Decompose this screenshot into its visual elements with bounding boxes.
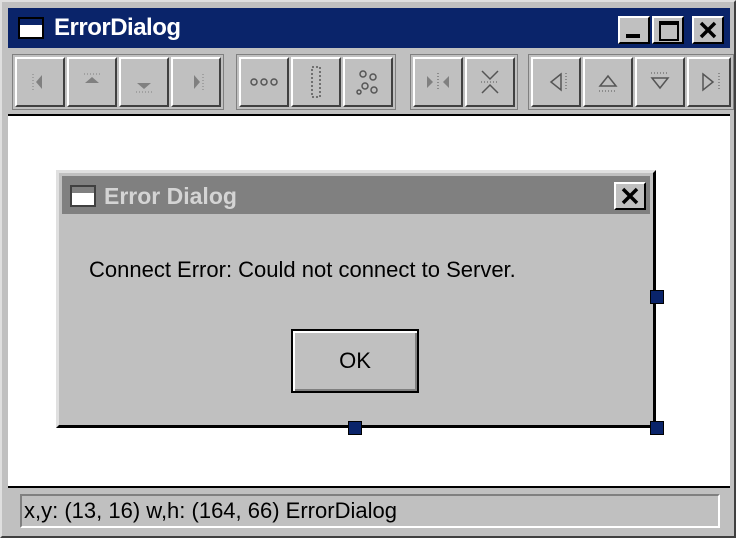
resize-handle-corner[interactable]: [650, 421, 664, 435]
design-canvas[interactable]: Error Dialog Connect Error: Could not co…: [8, 114, 730, 486]
space-horizontal-icon: [250, 78, 278, 86]
close-button[interactable]: [692, 16, 724, 44]
toolbar-group-move: [528, 54, 734, 110]
window-title: ErrorDialog: [54, 14, 181, 41]
space-vertical-button[interactable]: [291, 57, 341, 107]
dialog-title: Error Dialog: [104, 183, 237, 209]
toolbar-group-align: [12, 54, 224, 110]
move-down-button[interactable]: [635, 57, 685, 107]
move-left-button[interactable]: [531, 57, 581, 107]
align-left-button[interactable]: [15, 57, 65, 107]
center-icon: [356, 70, 378, 95]
move-down-icon: [650, 72, 670, 90]
close-icon: [621, 187, 639, 205]
move-left-icon: [549, 72, 567, 92]
minimize-button[interactable]: [618, 16, 650, 44]
error-dialog[interactable]: Error Dialog Connect Error: Could not co…: [56, 170, 656, 428]
dialog-message: Connect Error: Could not connect to Serv…: [89, 257, 516, 282]
align-right-button[interactable]: [171, 57, 221, 107]
align-bottom-icon: [136, 83, 152, 93]
move-right-icon: [702, 72, 720, 92]
space-horizontal-button[interactable]: [239, 57, 289, 107]
center-horizontal-button[interactable]: [413, 57, 463, 107]
resize-handle-right[interactable]: [650, 290, 664, 304]
align-bottom-button[interactable]: [119, 57, 169, 107]
center-horizontal-icon: [427, 73, 449, 91]
move-right-button[interactable]: [687, 57, 731, 107]
layout-toolbar: [8, 50, 734, 112]
main-window: ErrorDialog Error Dialog Connect Error: …: [0, 0, 736, 538]
center-vertical-button[interactable]: [465, 57, 515, 107]
center-vertical-icon: [481, 70, 499, 94]
ok-button[interactable]: OK: [291, 329, 419, 393]
toolbar-group-center: [410, 54, 518, 110]
align-top-button[interactable]: [67, 57, 117, 107]
dialog-title-bar[interactable]: Error Dialog: [62, 176, 650, 214]
dialog-close-button[interactable]: [614, 182, 646, 210]
align-top-icon: [84, 73, 100, 83]
resize-handle-bottom[interactable]: [348, 421, 362, 435]
title-bar[interactable]: ErrorDialog: [8, 8, 730, 48]
space-vertical-icon: [311, 66, 321, 98]
move-up-icon: [598, 74, 618, 92]
close-icon: [699, 21, 717, 39]
center-button[interactable]: [343, 57, 393, 107]
maximize-button[interactable]: [652, 16, 684, 44]
toolbar-group-spacing: [236, 54, 396, 110]
align-left-icon: [32, 74, 42, 90]
move-up-button[interactable]: [583, 57, 633, 107]
status-bar: x,y: (13, 16) w,h: (164, 66) ErrorDialog: [8, 486, 730, 532]
status-text: x,y: (13, 16) w,h: (164, 66) ErrorDialog: [20, 494, 720, 528]
align-right-icon: [194, 74, 204, 90]
window-icon[interactable]: [18, 17, 44, 39]
dialog-window-icon: [70, 185, 96, 207]
